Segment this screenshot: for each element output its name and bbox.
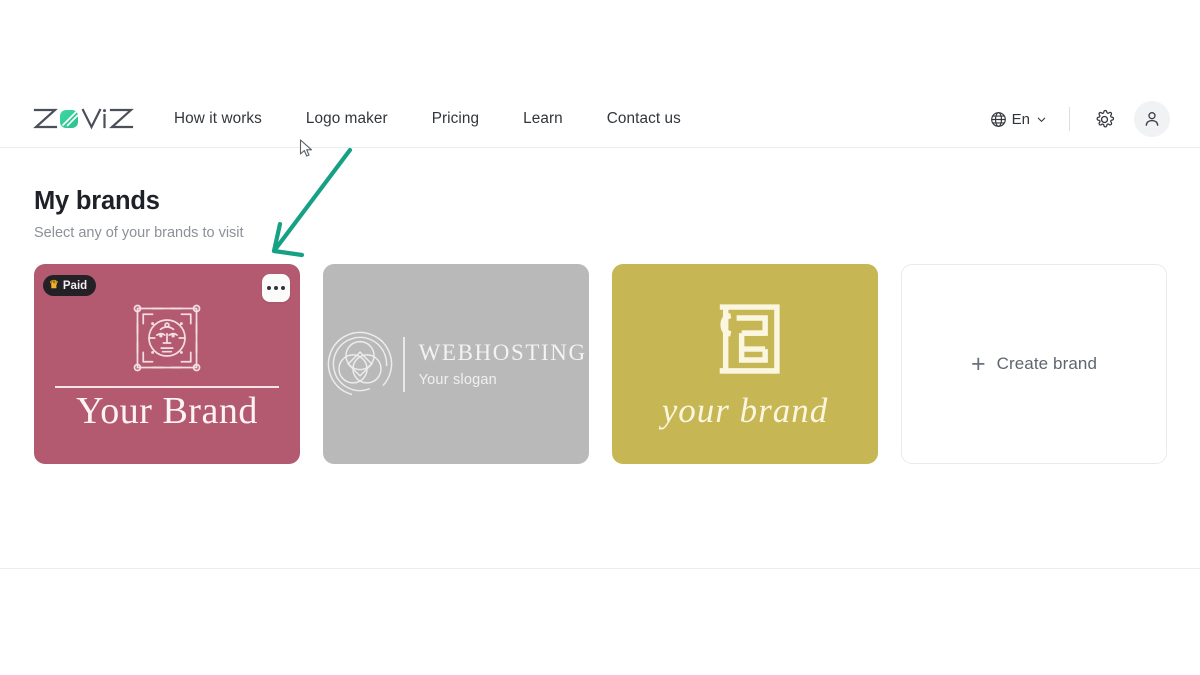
main-navigation: How it works Logo maker Pricing Learn Co… — [174, 111, 703, 127]
chevron-down-icon — [1037, 117, 1046, 122]
settings-button[interactable] — [1092, 107, 1116, 131]
nav-item-how-it-works[interactable]: How it works — [174, 111, 284, 127]
language-label: En — [1011, 110, 1030, 128]
globe-icon — [990, 111, 1006, 127]
brand-card-your-brand-olive[interactable]: your brand — [612, 264, 878, 464]
zoviz-logo-icon — [33, 108, 134, 130]
gear-icon — [1096, 109, 1114, 127]
app-page: How it works Logo maker Pricing Learn Co… — [0, 0, 1200, 675]
brand-logo-block: WEBHOSTING Your slogan — [325, 329, 586, 399]
brand-card-menu-button[interactable] — [262, 274, 290, 302]
header-divider — [1069, 107, 1070, 131]
brand-card-list: ♛ Paid Your Brand WEBHOSTING Your slogan… — [34, 264, 1200, 464]
ellipsis-dot — [267, 286, 271, 290]
brand-slogan: Your slogan — [418, 371, 497, 388]
create-brand-card[interactable]: + Create brand — [901, 264, 1167, 464]
crown-icon: ♛ — [49, 279, 59, 291]
header-actions: En — [990, 101, 1170, 137]
account-avatar-button[interactable] — [1134, 101, 1170, 137]
brand-name: WEBHOSTING — [418, 340, 587, 366]
page-title: My brands — [34, 187, 160, 215]
main-content: My brands Select any of your brands to v… — [0, 148, 1200, 464]
nav-item-logo-maker[interactable]: Logo maker — [284, 111, 410, 127]
nav-item-learn[interactable]: Learn — [501, 111, 585, 127]
abstract-monogram-emblem-icon — [719, 304, 780, 374]
brand-name: Your Brand — [76, 389, 258, 432]
brand-card-your-brand[interactable]: ♛ Paid Your Brand — [34, 264, 300, 464]
brand-name: your brand — [661, 391, 829, 430]
language-selector[interactable]: En — [990, 111, 1047, 128]
brand-logo-separator — [403, 336, 405, 392]
paid-badge: ♛ Paid — [43, 275, 97, 296]
create-brand-inner: + Create brand — [970, 349, 1098, 378]
brand-text-block: WEBHOSTING Your slogan — [419, 340, 587, 387]
brand-name-rule — [55, 386, 279, 388]
brand-logo-block: Your Brand — [55, 302, 279, 431]
nav-item-pricing[interactable]: Pricing — [410, 111, 501, 127]
nav-item-contact-us[interactable]: Contact us — [585, 111, 703, 127]
ellipsis-dot — [274, 286, 278, 290]
zoviz-logo[interactable] — [33, 104, 135, 134]
interlocking-circles-emblem-icon — [328, 331, 393, 397]
user-avatar-icon — [1145, 112, 1159, 126]
section-divider — [0, 568, 1200, 569]
paid-badge-label: Paid — [62, 279, 88, 292]
brand-card-webhosting[interactable]: WEBHOSTING Your slogan — [323, 264, 589, 464]
page-subtitle: Select any of your brands to visit — [34, 225, 244, 241]
create-brand-label: Create brand — [996, 354, 1098, 373]
site-header: How it works Logo maker Pricing Learn Co… — [0, 91, 1200, 148]
ellipsis-dot — [281, 286, 285, 290]
plus-icon: + — [970, 349, 986, 378]
tribal-mask-emblem-icon — [133, 304, 201, 372]
